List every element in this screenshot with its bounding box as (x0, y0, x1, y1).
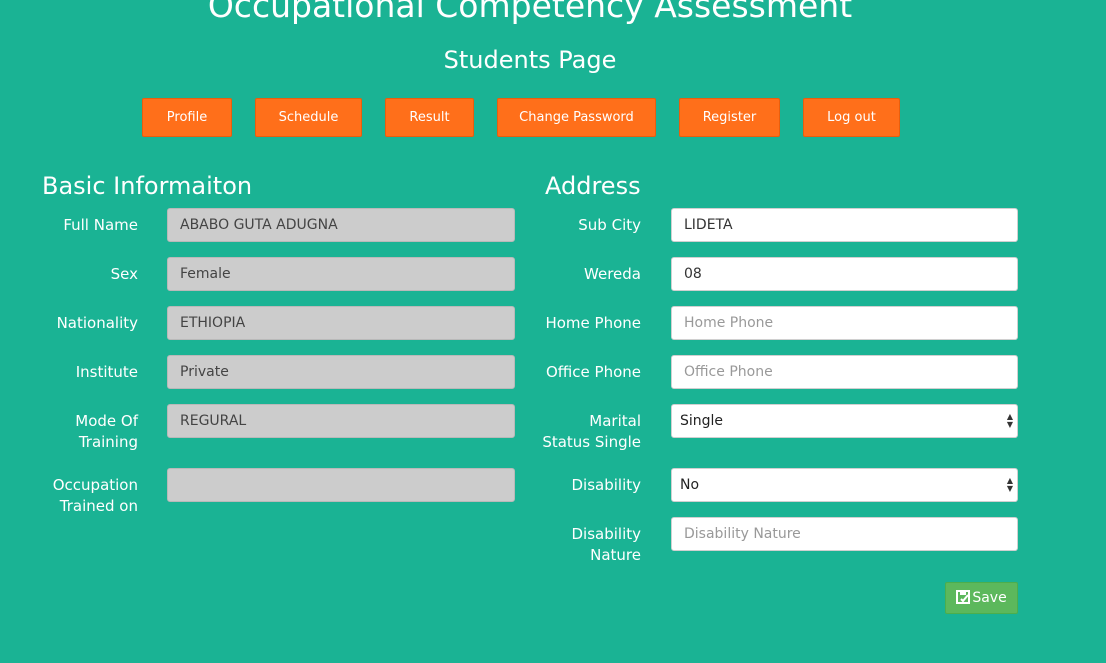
sub-city-input[interactable]: LIDETA (671, 208, 1018, 242)
nationality-field[interactable]: ETHIOPIA (167, 306, 515, 340)
occupation-label-line1: Occupation (52, 476, 138, 494)
marital-status-label: Marital Status Single (530, 411, 641, 453)
full-name-field[interactable]: ABABO GUTA ADUGNA (167, 208, 515, 242)
sex-label: Sex (110, 265, 138, 283)
app-title: Occupational Competency Assessment (207, 0, 853, 25)
office-phone-input[interactable]: Office Phone (671, 355, 1018, 389)
mode-of-training-label: Mode Of Training (40, 411, 138, 453)
sex-field[interactable]: Female (167, 257, 515, 291)
save-button[interactable]: Save (945, 582, 1018, 614)
disability-nature-label-line2: Nature (590, 546, 641, 564)
save-icon (956, 590, 971, 604)
sub-city-label: Sub City (578, 216, 641, 234)
institute-field[interactable]: Private (167, 355, 515, 389)
full-name-label: Full Name (63, 216, 138, 234)
nav-result-button[interactable]: Result (385, 98, 474, 137)
office-phone-label: Office Phone (545, 363, 641, 381)
nav-schedule-button[interactable]: Schedule (255, 98, 362, 137)
occupation-label-line2: Trained on (59, 497, 138, 515)
institute-label: Institute (75, 363, 138, 381)
address-title: Address (545, 172, 641, 200)
marital-status-label-line1: Marital (589, 412, 641, 430)
disability-nature-label-line1: Disability (571, 525, 641, 543)
marital-status-select[interactable]: Single ▲ ▼ (671, 404, 1018, 438)
select-arrows-icon: ▲ ▼ (1006, 412, 1013, 429)
occupation-field[interactable] (167, 468, 515, 502)
wereda-label: Wereda (584, 265, 641, 283)
mode-of-training-label-line2: Training (78, 433, 138, 451)
disability-select[interactable]: No ▲ ▼ (671, 468, 1018, 502)
nav-register-button[interactable]: Register (679, 98, 780, 137)
marital-status-value: Single (680, 413, 724, 429)
mode-of-training-label-line1: Mode Of (75, 412, 138, 430)
disability-value: No (680, 477, 700, 493)
marital-status-label-line2: Status Single (542, 433, 641, 451)
occupation-label: Occupation Trained on (40, 475, 138, 517)
nav-profile-button[interactable]: Profile (142, 98, 232, 137)
nav-logout-button[interactable]: Log out (803, 98, 900, 137)
disability-label: Disability (571, 476, 641, 494)
disability-nature-input[interactable]: Disability Nature (671, 517, 1018, 551)
select-arrows-icon: ▲ ▼ (1006, 476, 1013, 493)
wereda-input[interactable]: 08 (671, 257, 1018, 291)
disability-nature-label: Disability Nature (530, 524, 641, 566)
nav-change-password-button[interactable]: Change Password (497, 98, 656, 137)
students-page: Occupational Competency Assessment Stude… (0, 0, 1106, 663)
basic-info-title: Basic Informaiton (42, 172, 253, 200)
home-phone-label: Home Phone (545, 314, 641, 332)
mode-of-training-field[interactable]: REGURAL (167, 404, 515, 438)
home-phone-input[interactable]: Home Phone (671, 306, 1018, 340)
page-subtitle: Students Page (443, 46, 617, 74)
nationality-label: Nationality (56, 314, 138, 332)
save-button-label: Save (972, 590, 1007, 606)
